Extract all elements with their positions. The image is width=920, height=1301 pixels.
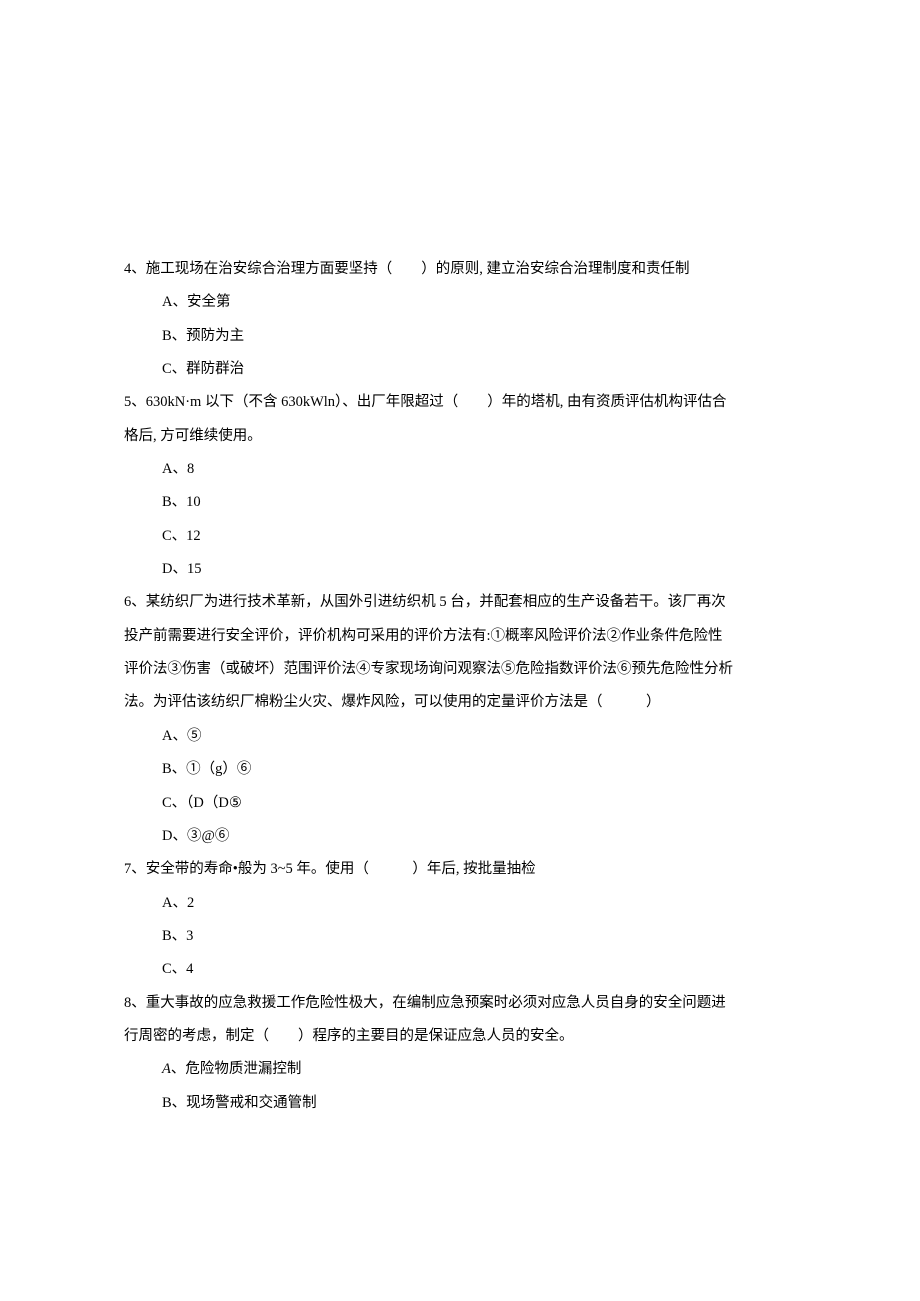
question-number: 7、 [124,861,146,877]
option-c: C、（D（D⑤ [124,787,796,820]
question-7: 7、安全带的寿命•般为 3~5 年。使用（ ）年后, 按批量抽检 A、2 B、3… [124,853,796,986]
question-text-line-2: 行周密的考虑，制定（ ）程序的主要目的是保证应急人员的安全。 [124,1020,796,1053]
question-number: 6、 [124,594,146,610]
question-text-line-3: 评价法③伤害（或破坏）范围评价法④专家现场询问观察法⑤危险指数评价法⑥预先危险性… [124,653,796,686]
question-body: 某纺织厂为进行技术革新，从国外引进纺织机 5 台，并配套相应的生产设备若干。该厂… [146,594,726,610]
option-a: A、危险物质泄漏控制 [124,1053,796,1086]
option-c: C、12 [124,520,796,553]
question-body: 安全带的寿命•般为 3~5 年。使用（ ）年后, 按批量抽检 [146,861,536,877]
question-text-line-2: 投产前需要进行安全评价，评价机构可采用的评价方法有:①概率风险评价法②作业条件危… [124,620,796,653]
question-text-line-1: 8、重大事故的应急救援工作危险性极大，在编制应急预案时必须对应急人员自身的安全问… [124,987,796,1020]
question-number: 4、 [124,261,146,277]
option-c: C、4 [124,953,796,986]
question-text-line-4: 法。为评估该纺织厂棉粉尘火灾、爆炸风险，可以使用的定量评价方法是（ ） [124,686,796,719]
option-c: C、群防群治 [124,353,796,386]
question-text-line-1: 5、630kN·m 以下（不含 630kWln）、出厂年限超过（ ）年的塔机, … [124,386,796,419]
option-a: A、安全第 [124,286,796,319]
question-number: 8、 [124,995,146,1011]
document-page: 4、施工现场在治安综合治理方面要坚持（ ）的原则, 建立治安综合治理制度和责任制… [0,0,920,1301]
question-number: 5、 [124,394,146,410]
question-text: 7、安全带的寿命•般为 3~5 年。使用（ ）年后, 按批量抽检 [124,853,796,886]
option-d: D、③@⑥ [124,820,796,853]
option-a: A、2 [124,887,796,920]
option-a: A、⑤ [124,720,796,753]
question-text-line-1: 6、某纺织厂为进行技术革新，从国外引进纺织机 5 台，并配套相应的生产设备若干。… [124,586,796,619]
option-a: A、8 [124,453,796,486]
question-body: 施工现场在治安综合治理方面要坚持（ ）的原则, 建立治安综合治理制度和责任制 [146,261,690,277]
question-4: 4、施工现场在治安综合治理方面要坚持（ ）的原则, 建立治安综合治理制度和责任制… [124,253,796,386]
option-b: B、10 [124,486,796,519]
question-6: 6、某纺织厂为进行技术革新，从国外引进纺织机 5 台，并配套相应的生产设备若干。… [124,586,796,853]
question-text-line-2: 格后, 方可维续使用。 [124,420,796,453]
option-b: B、预防为主 [124,320,796,353]
option-label-italic: A [162,1061,171,1077]
option-d: D、15 [124,553,796,586]
question-body: 630kN·m 以下（不含 630kWln）、出厂年限超过（ ）年的塔机, 由有… [146,394,727,410]
option-b: B、3 [124,920,796,953]
option-b: B、①（g）⑥ [124,753,796,786]
option-text: 、危险物质泄漏控制 [171,1061,302,1077]
option-b: B、现场警戒和交通管制 [124,1087,796,1120]
question-body: 重大事故的应急救援工作危险性极大，在编制应急预案时必须对应急人员自身的安全问题进 [146,995,726,1011]
question-8: 8、重大事故的应急救援工作危险性极大，在编制应急预案时必须对应急人员自身的安全问… [124,987,796,1120]
question-5: 5、630kN·m 以下（不含 630kWln）、出厂年限超过（ ）年的塔机, … [124,386,796,586]
question-text: 4、施工现场在治安综合治理方面要坚持（ ）的原则, 建立治安综合治理制度和责任制 [124,253,796,286]
